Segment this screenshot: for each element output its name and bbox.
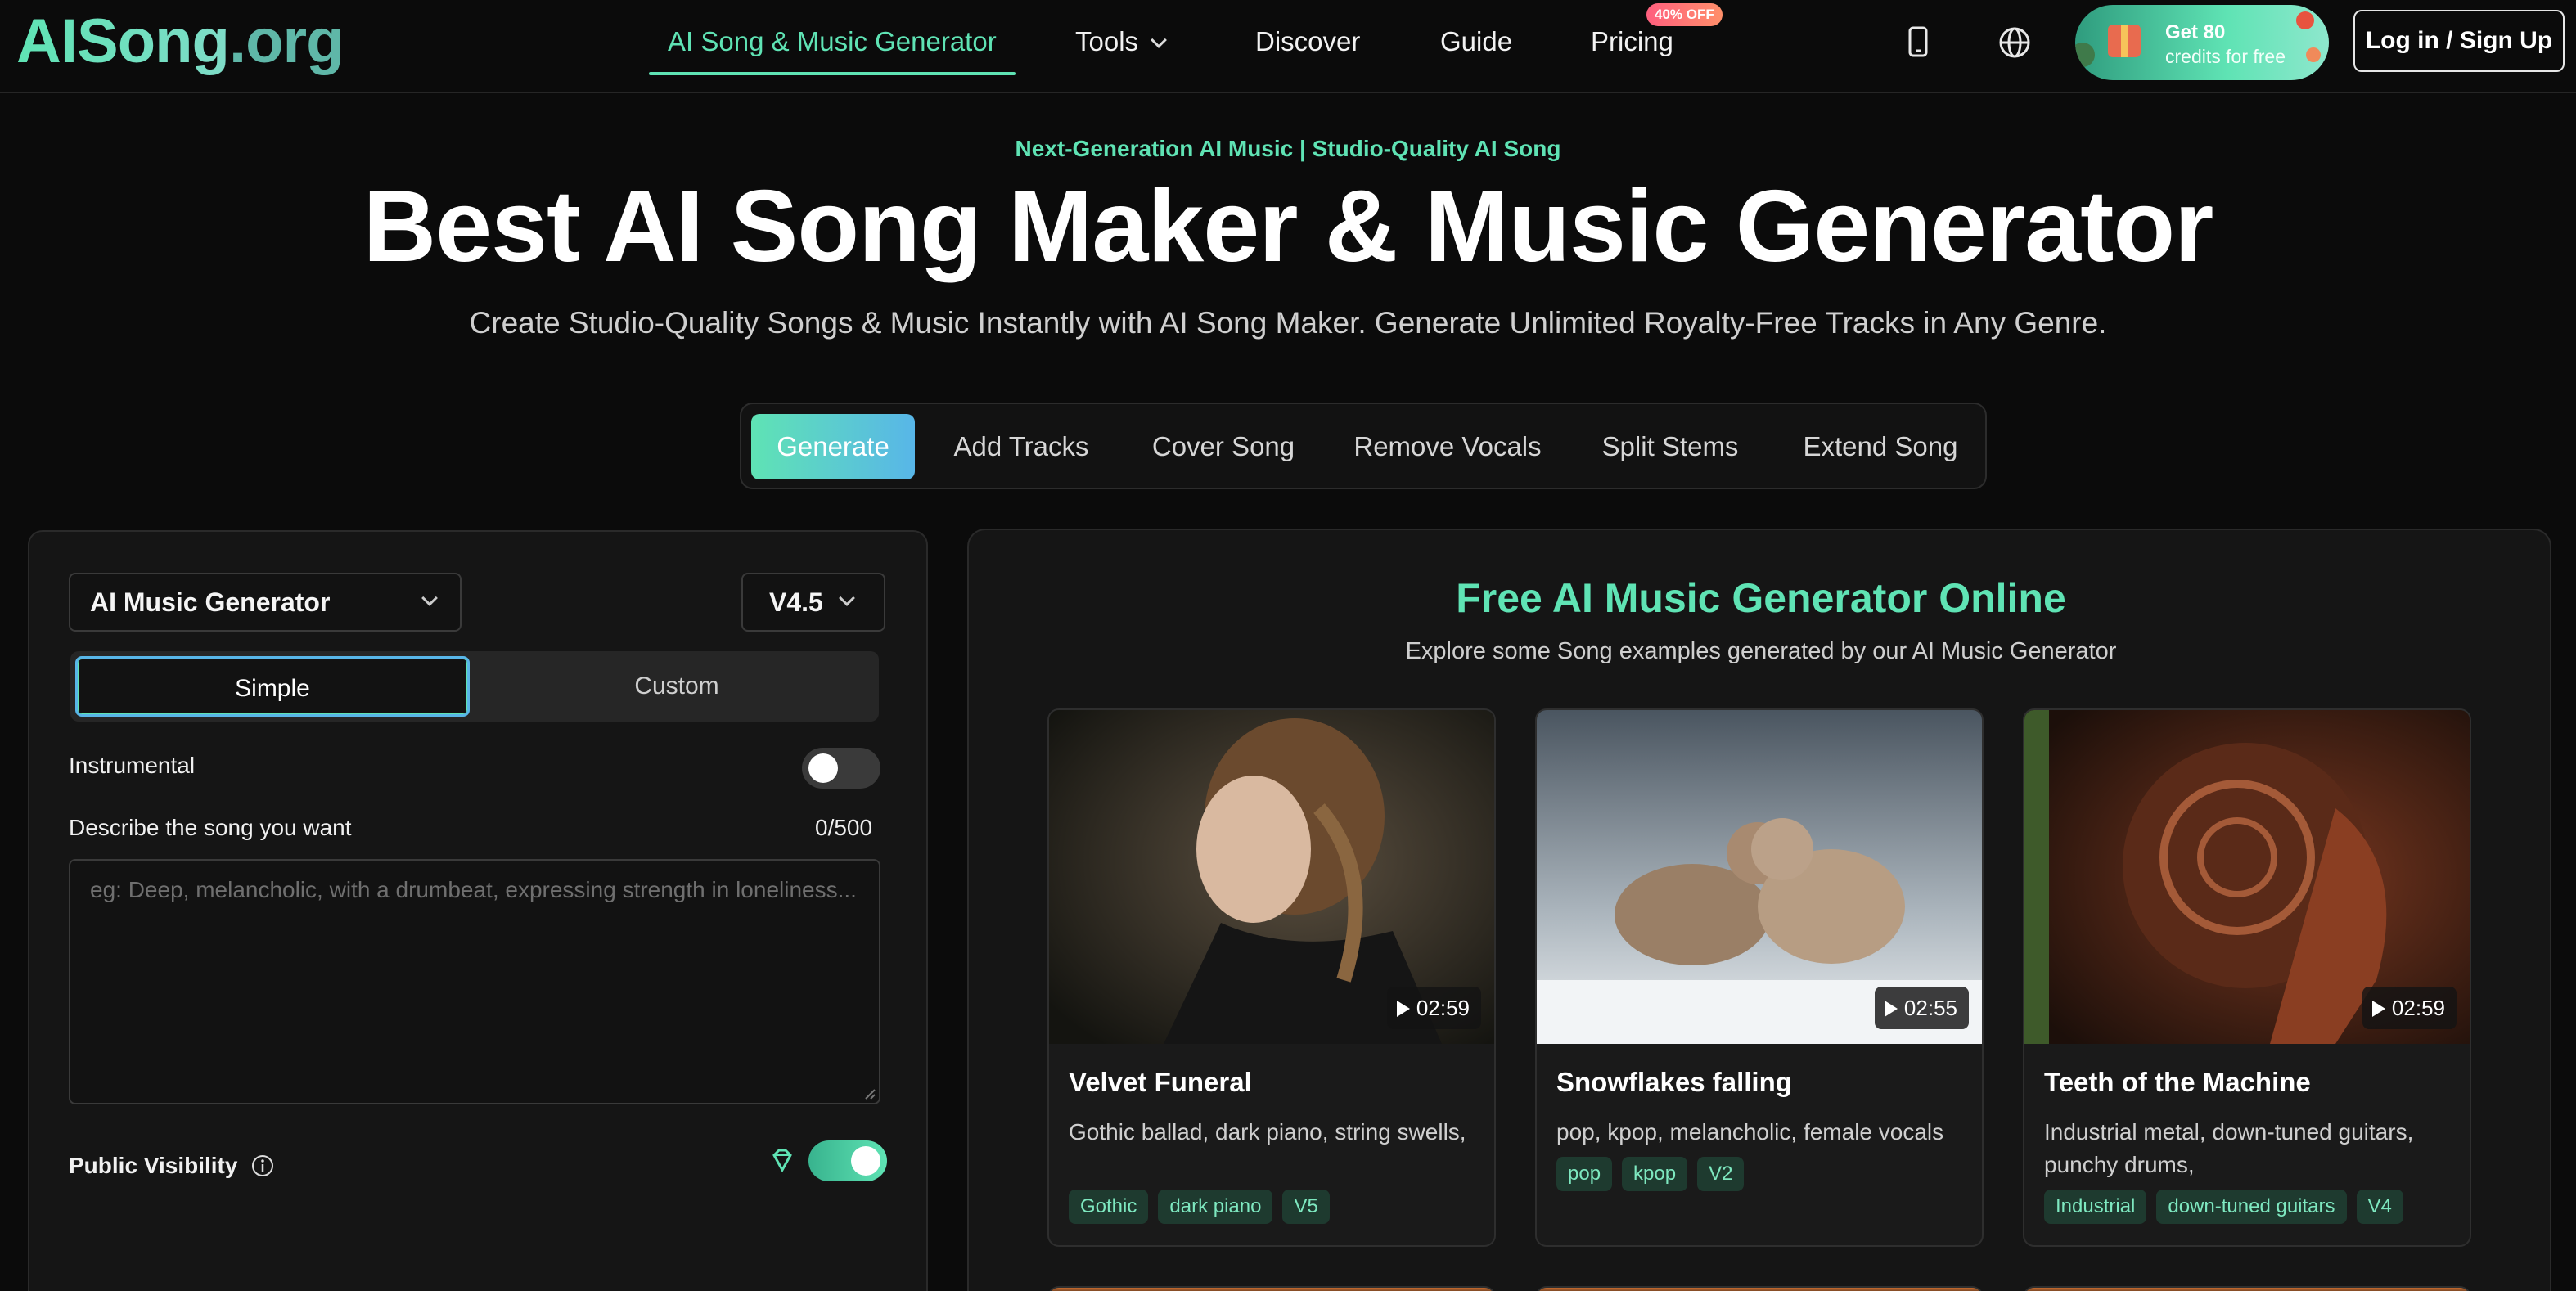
gift-icon bbox=[2108, 25, 2141, 57]
song-card[interactable]: 02:59 Teeth of the Machine Industrial me… bbox=[2023, 708, 2471, 1247]
active-nav-indicator bbox=[649, 72, 1016, 75]
tag-chip[interactable]: dark piano bbox=[1158, 1190, 1273, 1224]
promo-subtitle: credits for free bbox=[2165, 46, 2286, 67]
chevron-down-icon bbox=[421, 590, 438, 606]
tab-extend-song[interactable]: Extend Song bbox=[1782, 414, 1979, 479]
phone-icon[interactable] bbox=[1897, 21, 1939, 64]
nav-tools-label: Tools bbox=[1075, 26, 1139, 56]
description-placeholder: eg: Deep, melancholic, with a drumbeat, … bbox=[90, 877, 857, 902]
logo-tld-text: .org bbox=[228, 7, 345, 76]
song-description: Gothic ballad, dark piano, string swells… bbox=[1069, 1119, 1466, 1145]
nav-item-generator[interactable]: AI Song & Music Generator bbox=[668, 20, 997, 64]
mode-segmented-control: Simple Custom bbox=[70, 651, 879, 722]
showcase-subtitle: Explore some Song examples generated by … bbox=[1405, 638, 2117, 664]
tag-chip[interactable]: V2 bbox=[1697, 1157, 1745, 1191]
toggle-knob bbox=[851, 1146, 880, 1176]
nav-item-guide[interactable]: Guide bbox=[1440, 20, 1512, 64]
tag-chip[interactable]: Gothic bbox=[1069, 1190, 1149, 1224]
tab-generate[interactable]: Generate bbox=[751, 414, 915, 479]
chevron-down-icon bbox=[839, 590, 855, 606]
play-icon bbox=[1396, 1001, 1410, 1017]
duration-text: 02:59 bbox=[1416, 996, 1470, 1020]
chevron-down-icon bbox=[1151, 32, 1167, 48]
play-icon bbox=[1884, 1001, 1898, 1017]
mode-select[interactable]: AI Music Generator bbox=[69, 573, 462, 632]
showcase-title: Free AI Music Generator Online bbox=[1456, 575, 2066, 621]
resize-handle-icon[interactable] bbox=[862, 1086, 876, 1100]
version-select-value: V4.5 bbox=[769, 587, 823, 617]
tag-chip[interactable]: Industrial bbox=[2044, 1190, 2147, 1224]
tag-chip[interactable]: pop bbox=[1556, 1157, 1613, 1191]
song-title: Velvet Funeral bbox=[1069, 1067, 1252, 1097]
tab-remove-vocals[interactable]: Remove Vocals bbox=[1337, 414, 1558, 479]
generator-form-panel: AI Music Generator V4.5 Simple Custom In… bbox=[28, 530, 928, 1291]
tool-tabs: Generate Add Tracks Cover Song Remove Vo… bbox=[740, 403, 1987, 489]
song-title: Teeth of the Machine bbox=[2044, 1067, 2311, 1097]
char-counter: 0/500 bbox=[815, 815, 873, 840]
page-title: Best AI Song Maker & Music Generator bbox=[363, 170, 2214, 283]
song-card[interactable]: 02:59 Velvet Funeral Gothic ballad, dark… bbox=[1047, 708, 1496, 1247]
info-icon[interactable] bbox=[250, 1154, 275, 1178]
song-description-input[interactable]: eg: Deep, melancholic, with a drumbeat, … bbox=[69, 859, 880, 1104]
song-tags: pop kpop V2 bbox=[1556, 1157, 1745, 1191]
logo-main-text: AISong bbox=[16, 7, 230, 76]
tag-chip[interactable]: V5 bbox=[1282, 1190, 1330, 1224]
login-signup-button[interactable]: Log in / Sign Up bbox=[2353, 10, 2565, 72]
public-visibility-label: Public Visibility bbox=[69, 1149, 275, 1179]
site-logo[interactable]: AISong.org bbox=[16, 5, 345, 79]
promo-leaf-decoration bbox=[2075, 43, 2095, 67]
segment-simple[interactable]: Simple bbox=[75, 656, 470, 717]
top-nav: AISong.org AI Song & Music Generator Too… bbox=[0, 0, 2576, 93]
nav-item-pricing[interactable]: Pricing bbox=[1591, 20, 1673, 64]
song-card[interactable]: 02:55 Snowflakes falling pop, kpop, mela… bbox=[1535, 708, 1984, 1247]
duration-text: 02:55 bbox=[1903, 996, 1957, 1020]
instrumental-label: Instrumental bbox=[69, 753, 196, 778]
toggle-knob bbox=[808, 753, 838, 783]
song-tags: Gothic dark piano V5 bbox=[1069, 1190, 1330, 1224]
duration-badge[interactable]: 02:59 bbox=[2362, 987, 2457, 1029]
instrumental-toggle[interactable] bbox=[802, 748, 880, 789]
tab-cover-song[interactable]: Cover Song bbox=[1131, 414, 1316, 479]
showcase-panel: Free AI Music Generator Online Explore s… bbox=[967, 529, 2551, 1291]
public-visibility-text: Public Visibility bbox=[69, 1153, 238, 1178]
public-visibility-toggle[interactable] bbox=[808, 1140, 887, 1181]
song-description: pop, kpop, melancholic, female vocals bbox=[1556, 1119, 1944, 1145]
tag-chip[interactable]: down-tuned guitars bbox=[2156, 1190, 2347, 1224]
duration-badge[interactable]: 02:55 bbox=[1874, 987, 1969, 1029]
song-description: Industrial metal, down-tuned guitars, pu… bbox=[2044, 1119, 2414, 1177]
song-card-partial[interactable] bbox=[1047, 1286, 1496, 1291]
song-card-partial[interactable] bbox=[2023, 1286, 2471, 1291]
diamond-icon bbox=[772, 1149, 792, 1173]
segment-custom[interactable]: Custom bbox=[480, 656, 874, 717]
discount-badge: 40% OFF bbox=[1646, 3, 1723, 26]
tab-split-stems[interactable]: Split Stems bbox=[1578, 414, 1763, 479]
song-tags: Industrial down-tuned guitars V4 bbox=[2044, 1190, 2403, 1224]
play-icon bbox=[2371, 1001, 2385, 1017]
duration-text: 02:59 bbox=[2391, 996, 2445, 1020]
version-select[interactable]: V4.5 bbox=[741, 573, 885, 632]
nav-item-tools[interactable]: Tools bbox=[1075, 20, 1167, 64]
free-credits-promo[interactable]: Get 80 credits for free bbox=[2075, 5, 2329, 80]
nav-item-discover[interactable]: Discover bbox=[1255, 20, 1360, 64]
hero-eyebrow: Next-Generation AI Music | Studio-Qualit… bbox=[1015, 136, 1561, 161]
promo-flower-decoration bbox=[2296, 11, 2314, 29]
tag-chip[interactable]: kpop bbox=[1622, 1157, 1688, 1191]
tab-add-tracks[interactable]: Add Tracks bbox=[934, 414, 1108, 479]
song-title: Snowflakes falling bbox=[1556, 1067, 1792, 1097]
mode-select-value: AI Music Generator bbox=[90, 587, 331, 617]
duration-badge[interactable]: 02:59 bbox=[1386, 987, 1481, 1029]
tag-chip[interactable]: V4 bbox=[2356, 1190, 2403, 1224]
promo-flower-decoration bbox=[2306, 47, 2321, 62]
promo-title: Get 80 bbox=[2165, 21, 2226, 43]
song-card-partial[interactable] bbox=[1535, 1286, 1984, 1291]
describe-label: Describe the song you want bbox=[69, 815, 352, 840]
globe-icon[interactable] bbox=[1993, 21, 2036, 64]
hero-subtitle: Create Studio-Quality Songs & Music Inst… bbox=[469, 306, 2107, 340]
